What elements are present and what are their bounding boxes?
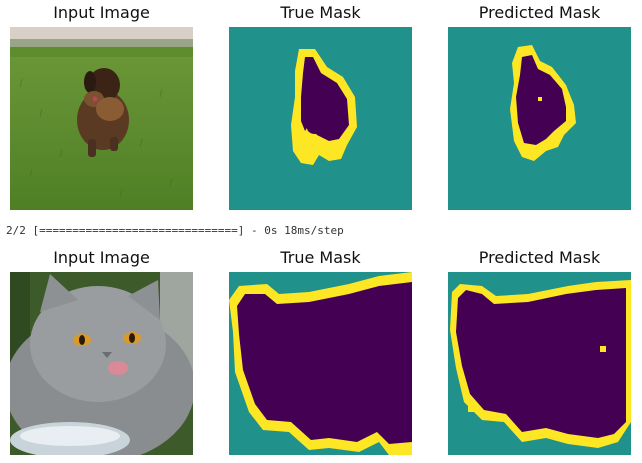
dog-predicted-mask bbox=[448, 27, 631, 210]
cat-input-image bbox=[10, 272, 193, 455]
predicted-mask-title-1: Predicted Mask bbox=[478, 3, 601, 22]
dog-true-mask bbox=[229, 27, 412, 210]
progress-log: 2/2 [==============================] - 0… bbox=[6, 224, 344, 237]
true-mask-title-1: True Mask bbox=[280, 3, 361, 22]
cat-true-mask bbox=[229, 272, 412, 455]
cat-predicted-mask bbox=[448, 272, 631, 455]
input-image-title-1: Input Image bbox=[53, 3, 150, 22]
dog-input-image bbox=[10, 27, 193, 210]
predicted-mask-title-2: Predicted Mask bbox=[478, 248, 601, 267]
input-image-title-2: Input Image bbox=[53, 248, 150, 267]
true-mask-title-2: True Mask bbox=[280, 248, 361, 267]
